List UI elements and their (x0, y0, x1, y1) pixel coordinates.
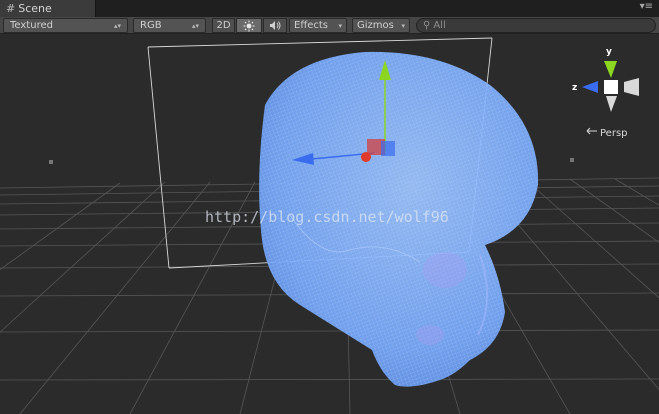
effects-dropdown[interactable]: Effects ▾ (289, 18, 347, 33)
draw-mode-value: Textured (10, 20, 53, 31)
panel-menu-icon[interactable]: ▾≡ (640, 1, 653, 12)
lighting-toggle-button[interactable] (236, 18, 262, 33)
gizmos-label: Gizmos (357, 20, 394, 31)
chevron-down-icon: ▾ (338, 21, 342, 30)
effects-label: Effects (294, 20, 328, 31)
camera-gizmo-marker (570, 158, 574, 162)
draw-mode-dropdown[interactable]: Textured ▴▾ (3, 18, 128, 33)
gizmo-y-label: y (606, 47, 612, 57)
tab-scene-label: Scene (18, 2, 52, 15)
scene-viewport[interactable]: y z Persp http://blog.csdn.net/wolf96 (0, 34, 659, 414)
speaker-icon (269, 21, 280, 30)
tab-bar: # Scene ▾≡ (0, 0, 659, 17)
sun-icon (243, 20, 255, 31)
light-gizmo-marker (49, 160, 53, 164)
unity-scene-window: # Scene ▾≡ Textured ▴▾ RGB ▴▾ 2D Effects… (0, 0, 659, 414)
render-mode-dropdown[interactable]: RGB ▴▾ (133, 18, 206, 33)
updown-arrows-icon: ▴▾ (113, 21, 121, 30)
gizmo-z-label: z (572, 83, 577, 93)
tab-scene[interactable]: # Scene (0, 0, 96, 17)
x-axis-handle (361, 152, 371, 162)
scene-search-field[interactable]: ⚲ All (416, 18, 656, 33)
render-mode-value: RGB (140, 20, 162, 31)
audio-toggle-button[interactable] (263, 18, 287, 33)
watermark-text: http://blog.csdn.net/wolf96 (205, 208, 449, 226)
grid-icon: # (6, 2, 16, 15)
2d-toggle-button[interactable]: 2D (212, 18, 235, 33)
projection-label[interactable]: Persp (600, 128, 628, 139)
search-placeholder: All (433, 20, 446, 31)
updown-arrows-icon: ▴▾ (191, 21, 199, 30)
gizmos-dropdown[interactable]: Gizmos ▾ (352, 18, 410, 33)
search-icon: ⚲ (423, 20, 431, 31)
2d-label: 2D (216, 20, 231, 31)
plane-handle-blue (381, 141, 395, 156)
chevron-down-icon: ▾ (401, 21, 405, 30)
scene-toolbar: Textured ▴▾ RGB ▴▾ 2D Effects ▾ Gizmos ▾… (0, 17, 659, 34)
center-cube-icon (604, 80, 618, 94)
